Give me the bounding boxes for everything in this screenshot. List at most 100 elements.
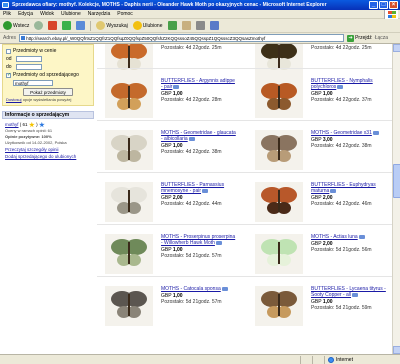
go-arrow-icon: ➔ <box>347 34 355 42</box>
item-thumbnail[interactable] <box>105 286 153 326</box>
read-feedback-link[interactable]: Przeczytaj szczegóły opinii <box>5 146 91 153</box>
camera-icon <box>215 240 222 245</box>
item-thumbnail[interactable] <box>105 130 153 170</box>
scroll-thumb[interactable] <box>393 164 400 198</box>
window-titlebar: Sprzedawca ofiary: mothyf. Kolekcje, MOT… <box>0 0 400 10</box>
scroll-down-arrow-icon[interactable] <box>393 346 400 354</box>
address-input[interactable]: http://search.ebay.pl/_W0QQfrtsZ1QQfrZ1Q… <box>19 34 345 42</box>
item-thumbnail[interactable] <box>255 44 303 78</box>
favorites-button[interactable]: Ulubione <box>132 21 163 30</box>
item-info: BUTTERFLIES - Parnassius mnemosyne - pai… <box>161 182 237 207</box>
item-info: BUTTERFLIES - Argynnis adippe - pair GBP … <box>161 78 237 103</box>
forward-arrow-icon <box>34 21 44 30</box>
home-icon[interactable] <box>76 21 86 30</box>
links-label[interactable]: Łącza <box>375 35 388 41</box>
seller-input[interactable]: mothyf <box>13 80 53 86</box>
maximize-button[interactable]: □ <box>379 1 388 9</box>
camera-icon <box>372 130 379 135</box>
print-icon[interactable] <box>195 21 205 30</box>
forward-button[interactable] <box>34 21 44 30</box>
item-info: MOTHS - Catocala sponsa GBP 1,00 Pozostało… <box>161 286 237 305</box>
price-filter-checkbox[interactable] <box>6 48 11 54</box>
camera-icon <box>221 286 228 291</box>
status-segment <box>312 355 324 364</box>
zone-label: Internet <box>336 356 353 363</box>
customize-options: Dostosuj opcje wyświetlania powyżej <box>6 97 90 102</box>
item-info: MOTHS - Geometridae x31 GBP 3,00 Pozostało… <box>311 130 387 149</box>
close-button[interactable]: × <box>389 1 398 9</box>
windows-logo-icon <box>384 10 398 19</box>
item-thumbnail[interactable] <box>255 234 303 274</box>
price-to-input[interactable] <box>16 64 42 70</box>
vertical-scrollbar[interactable] <box>392 44 400 354</box>
me-star-icon <box>38 121 45 128</box>
menu-edit[interactable]: Edycja <box>18 11 33 17</box>
show-items-button[interactable]: Pokaż przedmioty <box>23 88 73 96</box>
menu-help[interactable]: Pomoc <box>117 11 133 17</box>
item-info: MOTHS - Actias luna GBP 2,00 Pozostało: 5d… <box>311 234 387 253</box>
toolbar-separator <box>90 20 92 31</box>
price-from-input[interactable] <box>16 56 42 62</box>
item-title-link[interactable]: BUTTERFLIES - Nymphalis polychloros <box>311 78 387 90</box>
item-thumbnail[interactable] <box>105 78 153 118</box>
item-time-remaining: Pozostało: 4d 22godz. 37m <box>311 97 372 103</box>
go-button[interactable]: ➔ Przejdź <box>347 34 372 42</box>
item-thumbnail[interactable] <box>255 286 303 326</box>
price-to-label: do <box>6 64 12 70</box>
seller-info-header: Informacje o sprzedającym <box>2 111 94 119</box>
menu-tools[interactable]: Narzędzia <box>88 11 111 17</box>
row-divider <box>97 276 392 277</box>
item-thumbnail[interactable] <box>105 182 153 222</box>
item-time-remaining: Pozostało: 5d 21godz. 57m <box>161 299 222 305</box>
item-title-link[interactable]: BUTTERFLIES - Argynnis adippe - pair <box>161 78 237 90</box>
history-icon[interactable] <box>167 21 177 30</box>
seller-name-link[interactable]: mothyf <box>5 122 19 127</box>
refresh-icon[interactable] <box>62 21 72 30</box>
search-button[interactable]: Wyszukaj <box>96 21 128 30</box>
item-thumbnail[interactable] <box>255 130 303 170</box>
stop-icon[interactable] <box>48 21 58 30</box>
item-info: BUTTERFLIES - Lycaena tityrus - Sooty Co… <box>311 286 387 311</box>
item-title-link[interactable]: BUTTERFLIES - Parnassius mnemosyne - pai… <box>161 182 237 194</box>
page-content: Przedmioty w cenie od do Przedmioty od s… <box>0 44 392 354</box>
item-thumbnail[interactable] <box>255 182 303 222</box>
item-thumbnail[interactable] <box>105 44 153 78</box>
listing-grid: GBP 1,00Pozostało: 4d 22godz. 25m GBP 1,0… <box>97 44 392 354</box>
status-segment <box>300 355 312 364</box>
item-time-remaining: Pozostało: 4d 22godz. 44m <box>161 201 222 207</box>
item-title-link[interactable]: MOTHS - Geometridae - glaucata - albicol… <box>161 130 237 142</box>
item-title-link[interactable]: MOTHS - Geometridae x31 <box>311 130 387 136</box>
item-thumbnail[interactable] <box>105 234 153 274</box>
menu-file[interactable]: Plik <box>3 11 11 17</box>
item-title-link[interactable]: MOTHS - Proserpinus proserpina - Willowh… <box>161 234 237 246</box>
add-favorite-seller-link[interactable]: Dodaj sprzedającego do ulubionych <box>5 153 91 160</box>
item-title-link[interactable]: BUTTERFLIES - Lycaena tityrus - Sooty Co… <box>311 286 387 298</box>
mail-icon[interactable] <box>181 21 191 30</box>
row-divider <box>97 224 392 225</box>
item-info: MOTHS - Geometridae - glaucata - albicol… <box>161 130 237 155</box>
edit-icon[interactable] <box>209 21 219 30</box>
item-thumbnail[interactable] <box>255 78 303 118</box>
sidebar: Przedmioty w cenie od do Przedmioty od s… <box>0 44 95 354</box>
item-info: MOTHS - Proserpinus proserpina - Willowh… <box>161 234 237 259</box>
seller-feedback-count[interactable]: ( 61 <box>20 122 28 127</box>
globe-icon <box>328 356 334 363</box>
menu-favorites[interactable]: Ulubione <box>61 11 81 17</box>
minimize-button[interactable]: _ <box>369 1 378 9</box>
item-title-link[interactable]: BUTTERFLIES - Euphydryas maturna <box>311 182 387 194</box>
filter-box: Przedmioty w cenie od do Przedmioty od s… <box>2 44 94 106</box>
seller-feedback-close: ) <box>36 122 38 127</box>
item-title-link[interactable]: MOTHS - Actias luna <box>311 234 387 240</box>
security-zone: Internet <box>324 355 400 364</box>
customize-link[interactable]: Dostosuj <box>6 97 22 102</box>
seller-filter-checkbox[interactable] <box>6 72 11 78</box>
camera-icon <box>202 188 209 193</box>
item-info: GBP 1,00Pozostało: 4d 22godz. 25m <box>311 44 387 51</box>
item-time-remaining: Pozostało: 4d 22godz. 38m <box>311 143 372 149</box>
scroll-up-arrow-icon[interactable] <box>393 44 400 52</box>
item-title-link[interactable]: MOTHS - Catocala sponsa <box>161 286 237 292</box>
price-filter-label: Przedmioty w cenie <box>13 48 57 54</box>
list-item: BUTTERFLIES - Lycaena tityrus - Sooty Co… <box>247 284 387 336</box>
back-button[interactable]: Wstecz <box>3 21 29 30</box>
menu-view[interactable]: Widok <box>40 11 54 17</box>
